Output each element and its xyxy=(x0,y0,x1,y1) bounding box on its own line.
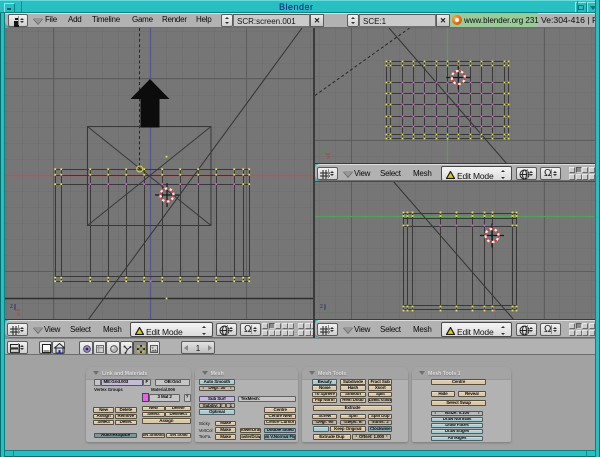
svg-text:x: x xyxy=(17,312,20,318)
svg-text:z: z xyxy=(10,304,13,310)
svg-text:y: y xyxy=(320,148,323,154)
svg-text:x: x xyxy=(327,155,330,161)
svg-text:z: z xyxy=(320,304,323,310)
svg-text:y: y xyxy=(327,311,330,317)
